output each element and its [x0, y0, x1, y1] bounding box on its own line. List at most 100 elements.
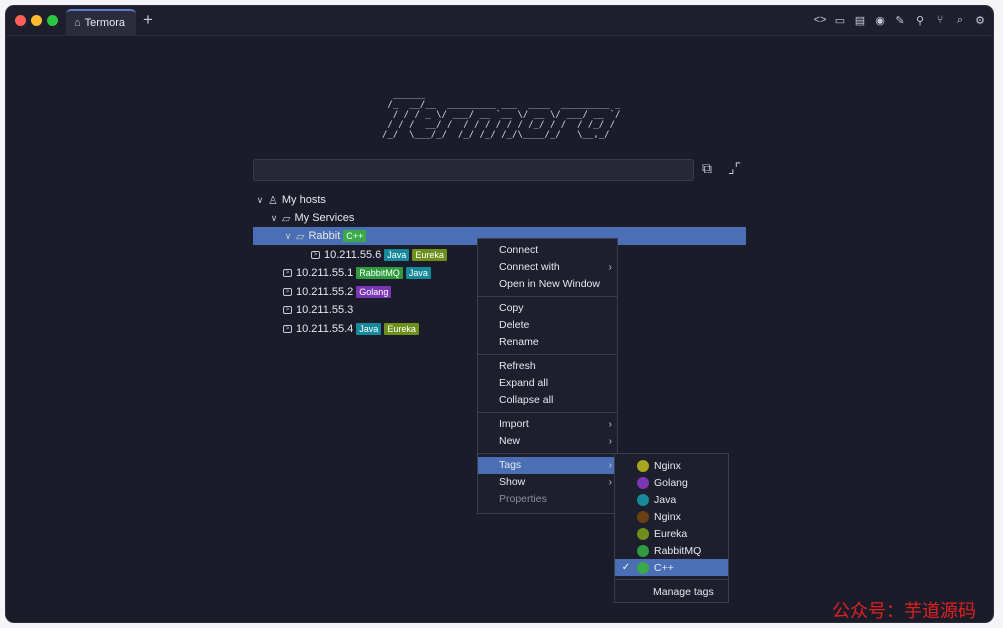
tag-badge: RabbitMQ [356, 267, 403, 279]
menu-item-collapse-all[interactable]: Collapse all [478, 392, 617, 409]
tree-item-my-services[interactable]: ∨ ▱ My Services [268, 209, 355, 227]
gear-icon[interactable]: ⚙ [973, 12, 987, 28]
menu-item-delete[interactable]: Delete [478, 317, 617, 334]
tag-color-dot [637, 493, 649, 506]
menu-item-show[interactable]: Show › [478, 474, 617, 491]
folder-open-icon: ▱ [282, 212, 291, 225]
git-branch-icon[interactable]: ⑂ [933, 12, 947, 28]
menu-item-label: New [499, 435, 521, 447]
app-window: ⌂ Termora + <> ▭ ▤ ◉ ✎ ⚲ ⑂ ⌕ ⚙ ______ /_… [6, 6, 993, 622]
menu-item-new[interactable]: New › [478, 433, 617, 450]
termora-ascii-logo: ______ /_ __/__ _________ ___ ____ _____… [382, 90, 621, 140]
terminal-icon: > [283, 306, 292, 314]
search-icon[interactable]: ⌕ [953, 12, 967, 28]
chevron-down-icon: ∨ [256, 194, 264, 205]
menu-divider [478, 354, 617, 355]
tag-option-cpp[interactable]: ✓ C++ [615, 559, 728, 576]
tree-item-host[interactable]: > 10.211.55.4 Java Eureka [283, 320, 419, 338]
chevron-right-icon: › [608, 477, 612, 488]
tab-label: Termora [84, 17, 125, 29]
tag-option-nginx[interactable]: Nginx [615, 457, 728, 474]
menu-item-label: Connect with [499, 261, 560, 273]
menu-item-label: Import [499, 418, 529, 430]
tag-option-rabbitmq[interactable]: RabbitMQ [615, 542, 728, 559]
new-tab-button[interactable]: + [143, 10, 153, 30]
record-icon[interactable]: ◉ [873, 12, 887, 28]
menu-item-copy[interactable]: Copy [478, 300, 617, 317]
menu-item-properties: Properties [478, 491, 617, 508]
tag-option-label: Eureka [654, 527, 688, 540]
chevron-right-icon: › [608, 419, 612, 430]
collapse-icon[interactable]: ⌟⌜ [728, 160, 741, 177]
menu-divider [478, 453, 617, 454]
title-bar: ⌂ Termora + <> ▭ ▤ ◉ ✎ ⚲ ⑂ ⌕ ⚙ [6, 6, 993, 36]
menu-item-connect[interactable]: Connect [478, 242, 617, 259]
context-menu: Connect Connect with › Open in New Window… [477, 238, 618, 514]
menu-item-import[interactable]: Import › [478, 416, 617, 433]
tree-item-host[interactable]: > 10.211.55.1 RabbitMQ Java [283, 264, 431, 282]
watermark: 公众号：芋道源码 [832, 601, 976, 622]
minimize-window-button[interactable] [31, 15, 42, 26]
menu-item-label: Properties [499, 493, 547, 505]
toolbar: <> ▭ ▤ ◉ ✎ ⚲ ⑂ ⌕ ⚙ [813, 12, 987, 28]
tag-option-label: Java [654, 493, 677, 506]
chevron-down-icon: ∨ [270, 212, 278, 223]
manage-tags-label: Manage tags [653, 585, 714, 598]
tag-color-dot [637, 561, 649, 574]
menu-item-open-new-window[interactable]: Open in New Window [478, 276, 617, 293]
menu-item-label: Connect [499, 244, 539, 256]
tag-badge: Java [356, 323, 382, 335]
menu-item-expand-all[interactable]: Expand all [478, 375, 617, 392]
folder-icon[interactable]: ▭ [833, 12, 847, 28]
tag-option-golang[interactable]: Golang [615, 474, 728, 491]
tag-color-dot [637, 527, 649, 540]
chevron-right-icon: › [608, 262, 612, 273]
tab-termora[interactable]: ⌂ Termora [66, 9, 136, 35]
menu-item-label: Delete [499, 319, 530, 331]
tag-color-dot [637, 476, 649, 489]
new-host-icon[interactable]: ⧉ [702, 160, 712, 177]
menu-item-refresh[interactable]: Refresh [478, 358, 617, 375]
tag-option-java[interactable]: Java [615, 491, 728, 508]
tag-option-label: Nginx [654, 459, 681, 472]
tag-badge: Java [384, 249, 410, 261]
terminal-icon: > [283, 325, 292, 333]
menu-divider [478, 412, 617, 413]
tag-color-dot [637, 544, 649, 557]
chevron-down-icon: ∨ [284, 230, 292, 241]
tag-option-label: C++ [654, 561, 674, 574]
tree-item-host[interactable]: > 10.211.55.6 Java Eureka [311, 246, 447, 264]
tag-option-label: Nginx [654, 510, 681, 523]
search-input[interactable] [253, 159, 694, 181]
tag-badge: Java [405, 267, 431, 279]
folder-open-icon: ▱ [296, 230, 305, 243]
pen-icon[interactable]: ✎ [893, 12, 907, 28]
tree-item-host[interactable]: > 10.211.55.2 Golang [283, 283, 392, 301]
menu-item-label: Show [499, 476, 526, 488]
terminal-icon: > [283, 288, 292, 296]
menu-item-connect-with[interactable]: Connect with › [478, 259, 617, 276]
menu-item-tags[interactable]: Tags › [478, 457, 617, 474]
tree-item-host[interactable]: > 10.211.55.3 [283, 301, 353, 319]
tag-option-label: RabbitMQ [654, 544, 702, 557]
pin-icon[interactable]: ⚲ [913, 12, 927, 28]
tag-badge: Golang [356, 286, 392, 298]
terminal-icon: > [283, 269, 292, 277]
menu-divider [478, 296, 617, 297]
menu-item-rename[interactable]: Rename [478, 334, 617, 351]
manage-tags-button[interactable]: Manage tags [615, 583, 728, 600]
menu-item-label: Open in New Window [499, 278, 600, 290]
terminal-icon: > [311, 251, 320, 259]
chevron-right-icon: › [608, 436, 612, 447]
menu-item-label: Rename [499, 336, 539, 348]
maximize-window-button[interactable] [47, 15, 58, 26]
tag-option-eureka[interactable]: Eureka [615, 525, 728, 542]
tag-option-nginx[interactable]: Nginx [615, 508, 728, 525]
tree-item-my-hosts[interactable]: ∨ ♙ My hosts [254, 191, 326, 209]
menu-item-label: Refresh [499, 360, 536, 372]
tag-badge: Eureka [412, 249, 447, 261]
notes-icon[interactable]: ▤ [853, 12, 867, 28]
menu-item-label: Collapse all [499, 394, 554, 406]
code-icon[interactable]: <> [813, 12, 827, 28]
close-window-button[interactable] [15, 15, 26, 26]
